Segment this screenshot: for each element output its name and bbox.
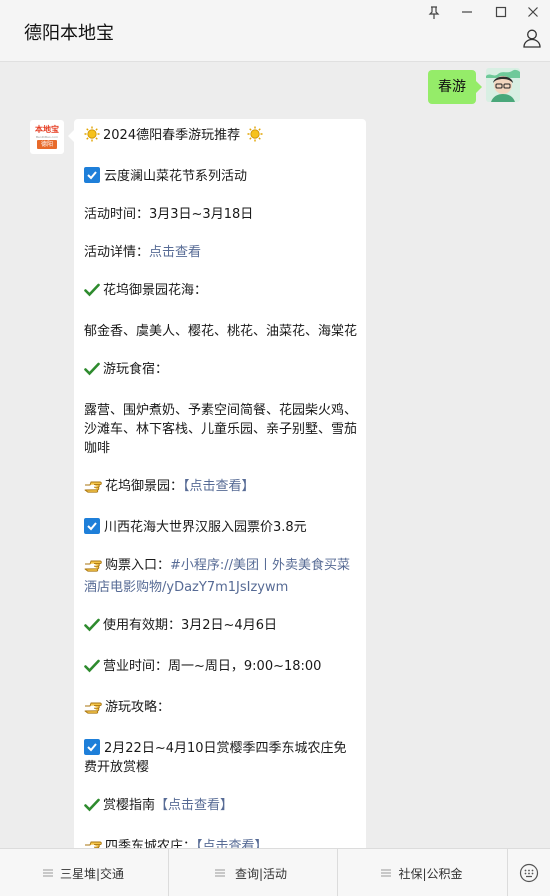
ticket-label: 购票入口：: [105, 558, 171, 573]
farm-line: 四季东城农庄：【点击查看】: [84, 837, 358, 848]
check-mark-icon: [84, 283, 100, 303]
validity-text: 使用有效期：3月2日~4月6日: [103, 618, 277, 633]
sun-icon: [84, 126, 100, 148]
validity-line: 使用有效期：3月2日~4月6日: [84, 616, 358, 638]
section1-title: 云度澜山菜花节系列活动: [104, 169, 248, 184]
message-title: 2024德阳春季游玩推荐: [103, 128, 241, 143]
menu-lines-icon: [381, 866, 391, 880]
hours-text: 营业时间：周一~周日，9:00~18:00: [103, 659, 322, 674]
guide-label: 游玩攻略：: [105, 700, 171, 715]
section3-heading: 2月22日~4月10日赏樱季四季东城农庄免费开放赏樱: [84, 739, 358, 777]
check-mark-icon: [84, 362, 100, 382]
close-icon[interactable]: [524, 4, 542, 20]
event-time: 活动时间：3月3日~3月18日: [84, 207, 254, 222]
event-detail-line: 活动详情：点击查看: [84, 243, 358, 262]
pointing-hand-icon: [84, 700, 102, 720]
title-bar: 德阳本地宝: [0, 0, 550, 62]
garden-link-label: 花坞御景园：: [105, 479, 184, 494]
event-detail-link[interactable]: 点击查看: [149, 245, 201, 260]
menu-item-label: 三星堆|交通: [59, 866, 125, 881]
menu-item-label: 查询|活动: [234, 866, 288, 881]
person-icon[interactable]: [522, 28, 544, 50]
food-text: 露营、围炉煮奶、予素空间简餐、花园柴火鸡、沙滩车、林下客栈、儿童乐园、亲子别墅、…: [84, 403, 358, 456]
menu-lines-icon: [215, 866, 225, 880]
sakura-link[interactable]: 【点击查看】: [155, 798, 233, 813]
check-mark-icon: [84, 659, 100, 679]
message-title-line: 2024德阳春季游玩推荐: [84, 126, 358, 148]
avatar-logo-text: 本地宝: [35, 125, 59, 134]
chat-area[interactable]: 春游 本地宝 BenDiBao.com 德阳 2024德阳春季游玩推荐 云度澜山…: [0, 62, 550, 848]
check-mark-icon: [84, 618, 100, 638]
check-box-icon: [84, 518, 100, 534]
guide-heading: 游玩攻略：: [84, 698, 358, 720]
menu-item-social-security-fund[interactable]: 社保|公积金: [338, 849, 508, 896]
section2-heading: 川西花海大世界汉服入园票价3.8元: [84, 518, 358, 537]
menu-item-sanxingdui-transport[interactable]: 三星堆|交通: [0, 849, 169, 896]
food-label: 游玩食宿：: [103, 362, 169, 377]
keyboard-icon[interactable]: [508, 849, 550, 896]
garden-link-line: 花坞御景园：【点击查看】: [84, 477, 358, 499]
bottom-menu-bar: 三星堆|交通 查询|活动 社保|公积金: [0, 848, 550, 896]
farm-link[interactable]: 【点击查看】: [196, 839, 268, 848]
garden-sea-text: 郁金香、虞美人、樱花、桃花、油菜花、海棠花: [84, 324, 358, 339]
window-title: 德阳本地宝: [24, 23, 114, 44]
section2-title: 川西花海大世界汉服入园票价3.8元: [104, 520, 307, 535]
pointing-hand-icon: [84, 558, 102, 578]
section3-title: 2月22日~4月10日赏樱季四季东城农庄免费开放赏樱: [84, 741, 347, 775]
avatar-logo-city: 德阳: [36, 140, 57, 149]
garden-sea-heading: 花坞御景园花海：: [84, 281, 358, 303]
garden-sea-label: 花坞御景园花海：: [103, 283, 208, 298]
check-box-icon: [84, 739, 100, 755]
menu-lines-icon: [43, 866, 53, 880]
sun-icon: [247, 126, 263, 148]
sakura-line: 赏樱指南【点击查看】: [84, 796, 358, 818]
check-box-icon: [84, 167, 100, 183]
farm-label: 四季东城农庄：: [105, 839, 197, 848]
official-account-avatar[interactable]: 本地宝 BenDiBao.com 德阳: [30, 120, 64, 154]
ticket-line: 购票入口：#小程序://美团丨外卖美食买菜酒店电影购物/yDazY7m1JsIz…: [84, 556, 358, 597]
incoming-message-bubble[interactable]: 2024德阳春季游玩推荐 云度澜山菜花节系列活动 活动时间：3月3日~3月18日…: [68, 119, 366, 848]
user-avatar[interactable]: [486, 68, 520, 102]
pointing-hand-icon: [84, 479, 102, 499]
section1-heading: 云度澜山菜花节系列活动: [84, 167, 358, 186]
outgoing-message-bubble[interactable]: 春游: [428, 70, 482, 104]
food-heading: 游玩食宿：: [84, 360, 358, 382]
minimize-icon[interactable]: [458, 4, 476, 20]
hours-line: 营业时间：周一~周日，9:00~18:00: [84, 657, 358, 679]
sakura-label: 赏樱指南: [103, 798, 156, 813]
event-detail-label: 活动详情：: [84, 245, 150, 260]
menu-item-query-activity[interactable]: 查询|活动: [169, 849, 338, 896]
menu-item-label: 社保|公积金: [398, 866, 463, 881]
pin-icon[interactable]: [425, 4, 443, 20]
garden-link[interactable]: 【点击查看】: [183, 479, 255, 494]
check-mark-icon: [84, 798, 100, 818]
maximize-icon[interactable]: [492, 4, 510, 20]
pointing-hand-icon: [84, 839, 102, 848]
